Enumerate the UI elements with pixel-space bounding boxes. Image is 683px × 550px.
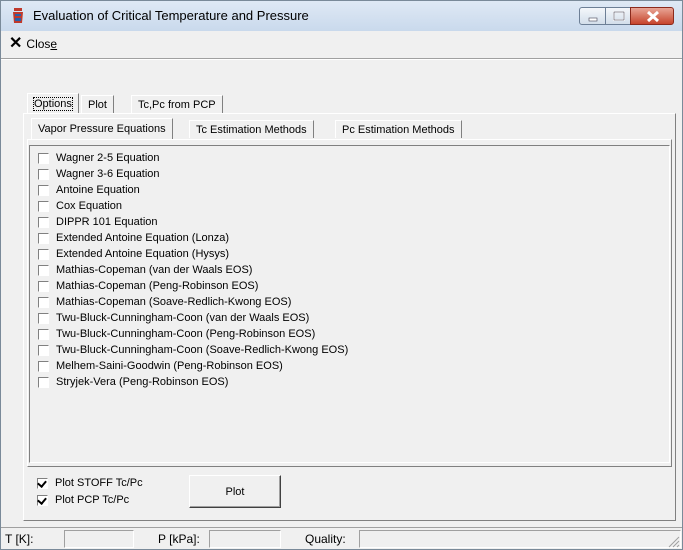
temperature-label: T [K]: [5,532,34,546]
plot-stoff-option[interactable]: Plot STOFF Tc/Pc [37,475,143,491]
tab-plot-label: Plot [88,99,107,111]
equation-label: DIPPR 101 Equation [56,216,158,228]
checkbox[interactable] [38,376,49,388]
pressure-label: P [kPa]: [158,532,200,546]
tab-pc-estimation-methods[interactable]: Pc Estimation Methods [335,120,462,138]
equation-item[interactable]: Cox Equation [38,198,122,214]
checkbox[interactable] [38,296,49,308]
plot-pcp-checkbox[interactable] [37,494,48,506]
equation-label: Twu-Bluck-Cunningham-Coon (Soave-Redlich… [56,344,349,356]
equation-label: Wagner 2-5 Equation [56,152,160,164]
tab-tc-pc-from-pcp[interactable]: Tc,Pc from PCP [131,95,223,113]
equation-item[interactable]: Extended Antoine Equation (Lonza) [38,230,229,246]
equation-item[interactable]: Wagner 3-6 Equation [38,166,160,182]
checkbox[interactable] [38,232,49,244]
tab-plot[interactable]: Plot [81,95,114,113]
equation-item[interactable]: Stryjek-Vera (Peng-Robinson EOS) [38,374,228,390]
plot-button-label: Plot [225,485,245,498]
close-icon [646,10,660,23]
equation-item[interactable]: Mathias-Copeman (van der Waals EOS) [38,262,252,278]
equation-label: Wagner 3-6 Equation [56,168,160,180]
checkbox[interactable] [38,216,49,228]
tab-tc-estimation-methods[interactable]: Tc Estimation Methods [189,120,314,138]
checkbox[interactable] [38,168,49,180]
equation-item[interactable]: Melhem-Saini-Goodwin (Peng-Robinson EOS) [38,358,283,374]
plot-pcp-option[interactable]: Plot PCP Tc/Pc [37,492,129,508]
equation-label: Mathias-Copeman (Peng-Robinson EOS) [56,280,259,292]
checkbox[interactable] [38,360,49,372]
equation-item[interactable]: Twu-Bluck-Cunningham-Coon (Peng-Robinson… [38,326,315,342]
equation-item[interactable]: Twu-Bluck-Cunningham-Coon (Soave-Redlich… [38,342,348,358]
tab-pc-estimation-methods-label: Pc Estimation Methods [342,124,455,136]
toolbar-separator [1,58,682,60]
main-window: Evaluation of Critical Temperature and P… [0,0,683,550]
equation-label: Mathias-Copeman (van der Waals EOS) [56,264,253,276]
equation-item[interactable]: Extended Antoine Equation (Hysys) [38,246,229,262]
tab-vapor-pressure-equations[interactable]: Vapor Pressure Equations [31,118,173,139]
plot-pcp-label: Plot PCP Tc/Pc [55,494,130,506]
temperature-field [64,530,134,548]
window-title: Evaluation of Critical Temperature and P… [33,8,309,23]
equation-item[interactable]: DIPPR 101 Equation [38,214,158,230]
checkbox[interactable] [38,184,49,196]
app-icon [13,8,23,23]
equation-label: Twu-Bluck-Cunningham-Coon (Peng-Robinson… [56,328,316,340]
maximize-button[interactable] [605,7,631,25]
plot-stoff-checkbox[interactable] [37,477,48,489]
equation-item[interactable]: Antoine Equation [38,182,140,198]
title-bar[interactable]: Evaluation of Critical Temperature and P… [1,1,682,31]
status-bar: T [K]: P [kPa]: Quality: [1,527,682,550]
equation-label: Antoine Equation [56,184,140,196]
equation-item[interactable]: Wagner 2-5 Equation [38,150,160,166]
checkbox[interactable] [38,312,49,324]
equation-label: Melhem-Saini-Goodwin (Peng-Robinson EOS) [56,360,283,372]
minimize-icon [588,17,598,22]
minimize-button[interactable] [579,7,606,25]
checkbox[interactable] [38,200,49,212]
close-button-label: Close [26,37,58,51]
checkbox[interactable] [38,280,49,292]
plot-button[interactable]: Plot [189,475,281,508]
pressure-field [209,530,281,548]
equation-label: Mathias-Copeman (Soave-Redlich-Kwong EOS… [56,296,292,308]
checkbox[interactable] [38,152,49,164]
equation-label: Cox Equation [56,200,123,212]
equation-item[interactable]: Twu-Bluck-Cunningham-Coon (van der Waals… [38,310,309,326]
resize-grip-icon[interactable] [668,536,680,548]
equation-label: Stryjek-Vera (Peng-Robinson EOS) [56,376,229,388]
maximize-icon [613,11,625,21]
equation-item[interactable]: Mathias-Copeman (Soave-Redlich-Kwong EOS… [38,294,291,310]
tab-options-label: Options [33,97,73,111]
checkbox[interactable] [38,264,49,276]
close-window-button[interactable] [630,7,674,25]
plot-stoff-label: Plot STOFF Tc/Pc [55,477,143,489]
quality-field [359,530,681,548]
close-x-icon: ✕ [9,35,23,52]
checkbox[interactable] [38,328,49,340]
checkbox[interactable] [38,248,49,260]
tab-options[interactable]: Options [27,93,79,113]
equation-label: Extended Antoine Equation (Lonza) [56,232,230,244]
equation-item[interactable]: Mathias-Copeman (Peng-Robinson EOS) [38,278,258,294]
toolbar: ✕ Close [1,31,682,57]
quality-label: Quality: [305,532,346,546]
tab-tc-estimation-methods-label: Tc Estimation Methods [196,124,307,136]
tab-vapor-pressure-equations-label: Vapor Pressure Equations [38,123,166,135]
equation-label: Extended Antoine Equation (Hysys) [56,248,230,260]
close-button[interactable]: ✕ Close [9,34,57,54]
tab-tc-pc-from-pcp-label: Tc,Pc from PCP [138,99,216,111]
equation-list: Wagner 2-5 Equation Wagner 3-6 Equation … [29,145,670,463]
checkbox[interactable] [38,344,49,356]
equation-label: Twu-Bluck-Cunningham-Coon (van der Waals… [56,312,310,324]
